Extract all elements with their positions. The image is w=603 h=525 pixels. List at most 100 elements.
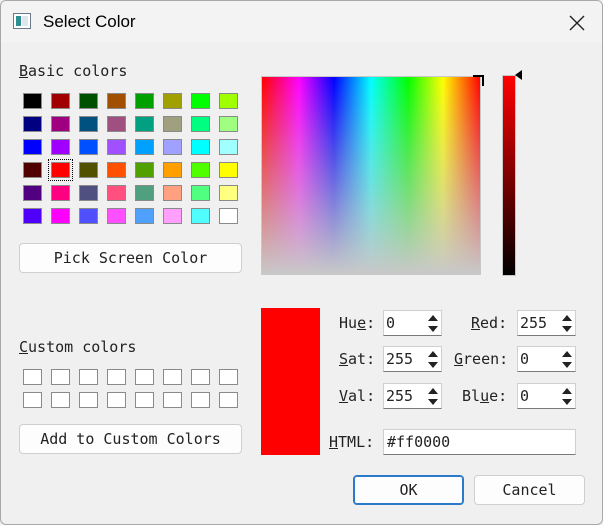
ok-button[interactable]: OK (353, 475, 464, 505)
custom-color-swatch[interactable] (79, 392, 98, 408)
val-input[interactable] (386, 386, 424, 406)
basic-color-swatch[interactable] (51, 139, 70, 155)
cancel-button[interactable]: Cancel (474, 475, 585, 505)
close-button[interactable] (557, 7, 597, 39)
basic-color-swatch[interactable] (191, 93, 210, 109)
blue-spinbox[interactable] (517, 383, 576, 409)
value-slider-pointer-icon[interactable] (515, 70, 523, 80)
basic-color-swatch[interactable] (107, 185, 126, 201)
custom-color-swatch[interactable] (135, 369, 154, 385)
basic-color-swatch[interactable] (79, 162, 98, 178)
basic-color-swatch[interactable] (23, 185, 42, 201)
val-up-button[interactable] (426, 385, 440, 396)
basic-color-swatch[interactable] (219, 116, 238, 132)
basic-color-swatch[interactable] (163, 93, 182, 109)
red-down-button[interactable] (560, 323, 574, 334)
custom-color-swatch[interactable] (79, 369, 98, 385)
basic-color-swatch[interactable] (191, 162, 210, 178)
basic-color-swatch[interactable] (163, 208, 182, 224)
custom-color-swatch[interactable] (107, 392, 126, 408)
basic-color-swatch[interactable] (135, 162, 154, 178)
basic-color-swatch[interactable] (51, 93, 70, 109)
blue-input[interactable] (520, 386, 558, 406)
basic-color-swatch[interactable] (79, 139, 98, 155)
basic-color-swatch[interactable] (135, 93, 154, 109)
basic-color-swatch[interactable] (191, 139, 210, 155)
green-spinbox[interactable] (517, 346, 576, 372)
basic-color-swatch[interactable] (23, 139, 42, 155)
basic-color-swatch[interactable] (79, 185, 98, 201)
basic-color-swatch[interactable] (51, 116, 70, 132)
green-input[interactable] (520, 349, 558, 369)
basic-color-swatch[interactable] (219, 162, 238, 178)
sat-up-button[interactable] (426, 348, 440, 359)
basic-color-swatch[interactable] (23, 162, 42, 178)
custom-color-swatch[interactable] (163, 392, 182, 408)
basic-color-swatch[interactable] (107, 116, 126, 132)
blue-down-button[interactable] (560, 396, 574, 407)
blue-up-button[interactable] (560, 385, 574, 396)
basic-color-swatch[interactable] (51, 185, 70, 201)
basic-color-swatch[interactable] (23, 208, 42, 224)
val-spinbox[interactable] (383, 383, 442, 409)
basic-color-swatch[interactable] (79, 208, 98, 224)
basic-color-swatch[interactable] (191, 185, 210, 201)
red-up-button[interactable] (560, 312, 574, 323)
hue-spinbox[interactable] (383, 310, 442, 336)
custom-color-swatch[interactable] (107, 369, 126, 385)
custom-color-swatch[interactable] (219, 369, 238, 385)
pick-screen-color-button[interactable]: Pick Screen Color (19, 243, 242, 273)
hue-input[interactable] (386, 313, 424, 333)
hue-saturation-picker[interactable] (261, 76, 481, 275)
basic-color-swatch[interactable] (135, 208, 154, 224)
sat-down-button[interactable] (426, 359, 440, 370)
basic-color-swatch[interactable] (219, 93, 238, 109)
custom-color-swatch[interactable] (23, 392, 42, 408)
sat-input[interactable] (386, 349, 424, 369)
basic-color-swatch[interactable] (107, 93, 126, 109)
basic-color-swatch[interactable] (191, 208, 210, 224)
green-down-button[interactable] (560, 359, 574, 370)
basic-color-swatch[interactable] (48, 159, 73, 181)
basic-color-swatch[interactable] (163, 139, 182, 155)
basic-color-swatch[interactable] (163, 162, 182, 178)
basic-color-swatch[interactable] (107, 139, 126, 155)
value-slider[interactable] (502, 75, 516, 276)
basic-color-swatch[interactable] (191, 116, 210, 132)
arrow-down-icon (428, 361, 438, 368)
basic-color-swatch[interactable] (23, 116, 42, 132)
html-input[interactable] (387, 432, 572, 452)
custom-color-swatch[interactable] (163, 369, 182, 385)
green-up-button[interactable] (560, 348, 574, 359)
val-down-button[interactable] (426, 396, 440, 407)
basic-color-swatch[interactable] (107, 162, 126, 178)
basic-color-swatch[interactable] (51, 208, 70, 224)
hue-label: Hue: (339, 314, 376, 332)
basic-color-swatch[interactable] (135, 116, 154, 132)
basic-color-swatch[interactable] (23, 93, 42, 109)
custom-color-swatch[interactable] (219, 392, 238, 408)
basic-color-swatch[interactable] (107, 208, 126, 224)
basic-color-swatch[interactable] (79, 116, 98, 132)
basic-color-swatch[interactable] (219, 208, 238, 224)
html-field[interactable] (383, 429, 576, 455)
red-input[interactable] (520, 313, 558, 333)
red-spinbox[interactable] (517, 310, 576, 336)
custom-color-swatch[interactable] (23, 369, 42, 385)
custom-color-swatch[interactable] (191, 369, 210, 385)
custom-color-swatch[interactable] (135, 392, 154, 408)
custom-color-swatch[interactable] (191, 392, 210, 408)
hue-up-button[interactable] (426, 312, 440, 323)
basic-color-swatch[interactable] (219, 139, 238, 155)
basic-color-swatch[interactable] (79, 93, 98, 109)
basic-color-swatch[interactable] (163, 116, 182, 132)
basic-color-swatch[interactable] (219, 185, 238, 201)
basic-color-swatch[interactable] (135, 139, 154, 155)
add-to-custom-colors-button[interactable]: Add to Custom Colors (19, 424, 242, 454)
basic-color-swatch[interactable] (135, 185, 154, 201)
sat-spinbox[interactable] (383, 346, 442, 372)
custom-color-swatch[interactable] (51, 392, 70, 408)
custom-color-swatch[interactable] (51, 369, 70, 385)
basic-color-swatch[interactable] (163, 185, 182, 201)
hue-down-button[interactable] (426, 323, 440, 334)
